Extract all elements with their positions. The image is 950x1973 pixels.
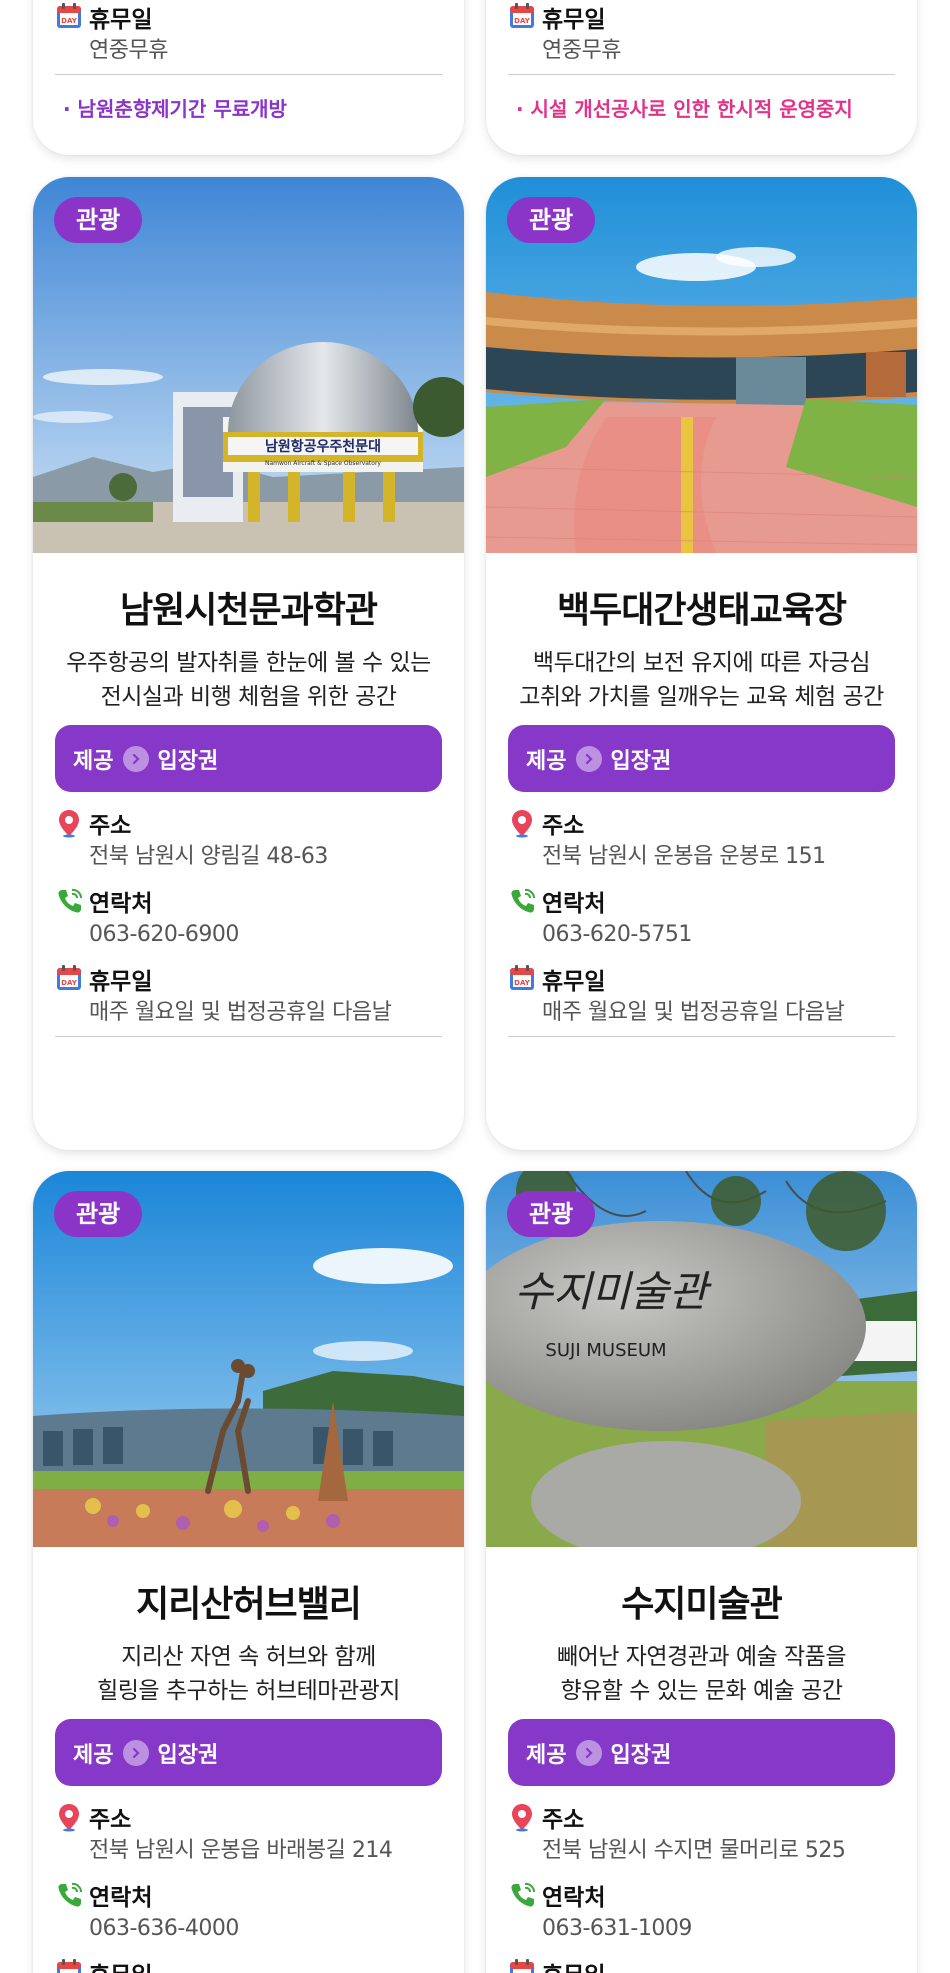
closed-value: 연중무휴	[542, 38, 621, 63]
divider	[55, 1036, 442, 1037]
address-value: 전북 남원시 운봉읍 운봉로 151	[542, 844, 826, 869]
phone-icon	[508, 1880, 536, 1910]
suji-museum-photo: 수지미술관 SUJI MUSEUM 관광	[486, 1171, 917, 1547]
closed-value: 연중무휴	[89, 38, 168, 63]
observatory-sign-en-text: Namwon Aircraft & Space Observatory	[265, 460, 381, 467]
phone-value[interactable]: 063-620-5751	[508, 918, 895, 952]
facility-description-line2: 향유할 수 있는 문화 예술 공간	[560, 1678, 843, 1704]
closed-label: 휴무일	[542, 1956, 605, 1973]
facility-card-baekdudaegan[interactable]: 관광 백두대간생태교육장 백두대간의 보전 유지에 따른 자긍심 고취와 가치를…	[486, 177, 917, 1150]
facility-card-partial-2: DAY 휴무일 연중무휴 · 시설 개선공사로 인한 한시적 운영중지	[486, 0, 917, 155]
suji-rock-kr-text: 수지미술관	[514, 1267, 712, 1316]
offer-ticket-label: 입장권	[157, 1742, 219, 1768]
offer-prefix: 제공	[526, 1742, 567, 1768]
phone-value[interactable]: 063-631-1009	[508, 1912, 895, 1946]
offer-ticket-label: 입장권	[610, 748, 672, 774]
closed-label: 휴무일	[89, 969, 153, 995]
suji-rock-en-text: SUJI MUSEUM	[545, 1340, 666, 1361]
calendar-day-text: DAY	[61, 979, 78, 987]
facility-description-line2: 고취와 가치를 일깨우는 교육 체험 공간	[519, 684, 884, 710]
address-value: 전북 남원시 운봉읍 바래봉길 214	[89, 1838, 393, 1863]
calendar-icon: DAY	[55, 2, 83, 32]
phone-value[interactable]: 063-636-4000	[55, 1912, 442, 1946]
divider	[55, 74, 442, 75]
facility-description-line2: 힐링을 추구하는 허브테마관광지	[97, 1678, 400, 1704]
calendar-day-text: DAY	[514, 17, 531, 25]
offer-banner[interactable]: 제공 입장권	[55, 1719, 442, 1786]
phone-value[interactable]: 063-620-6900	[55, 918, 442, 952]
phone-icon	[508, 886, 536, 916]
closed-value: 매주 월요일 및 법정공휴일 다음날	[89, 1000, 392, 1025]
category-badge: 관광	[54, 197, 143, 243]
facility-description-line1: 백두대간의 보전 유지에 따른 자긍심	[532, 650, 871, 676]
address-label: 주소	[542, 1807, 585, 1833]
phone-label: 연락처	[542, 891, 606, 917]
facility-title: 지리산허브밸리	[136, 1584, 362, 1625]
calendar-icon: DAY	[508, 1958, 536, 1973]
category-badge: 관광	[507, 197, 596, 243]
offer-banner[interactable]: 제공 입장권	[55, 725, 442, 792]
facility-description-line1: 빼어난 자연경관과 예술 작품을	[556, 1644, 847, 1670]
closed-label: 휴무일	[89, 7, 153, 33]
phone-label: 연락처	[89, 891, 153, 917]
address-label: 주소	[542, 813, 585, 839]
observatory-photo: 남원항공우주천문대 Namwon Aircraft & Space Observ…	[33, 177, 464, 553]
address-value: 전북 남원시 양림길 48-63	[89, 844, 328, 869]
address-label: 주소	[89, 1807, 132, 1833]
facility-description-line1: 지리산 자연 속 허브와 함께	[121, 1644, 376, 1670]
closed-value: 매주 월요일 및 법정공휴일 다음날	[542, 1000, 845, 1025]
category-badge: 관광	[507, 1191, 596, 1237]
chevron-right-icon	[123, 745, 150, 772]
calendar-icon: DAY	[55, 1958, 83, 1973]
address-value: 전북 남원시 수지면 물머리로 525	[542, 1838, 846, 1863]
notice-text: · 시설 개선공사로 인한 한시적 운영중지	[516, 97, 853, 121]
facility-card-herb-valley[interactable]: 관광 지리산허브밸리 지리산 자연 속 허브와 함께 힐링을 추구하는 허브테마…	[33, 1171, 464, 1973]
facility-description-line1: 우주항공의 발자취를 한눈에 볼 수 있는	[66, 650, 431, 676]
location-pin-icon	[55, 1802, 83, 1832]
herb-valley-photo: 관광	[33, 1171, 464, 1547]
chevron-right-icon	[576, 745, 603, 772]
facility-description-line2: 전시실과 비행 체험을 위한 공간	[100, 684, 397, 710]
calendar-icon: DAY	[508, 964, 536, 994]
phone-icon	[55, 886, 83, 916]
location-pin-icon	[55, 808, 83, 838]
closed-label: 휴무일	[542, 7, 606, 33]
facility-card-partial-1: DAY 휴무일 연중무휴 · 남원춘향제기간 무료개방	[33, 0, 464, 155]
baekdudaegan-photo: 관광	[486, 177, 917, 553]
observatory-sign-text: 남원항공우주천문대	[265, 438, 381, 455]
calendar-icon: DAY	[55, 964, 83, 994]
offer-banner[interactable]: 제공 입장권	[508, 1719, 895, 1786]
calendar-icon: DAY	[508, 2, 536, 32]
facility-title: 수지미술관	[621, 1584, 783, 1625]
facility-title: 남원시천문과학관	[120, 590, 378, 631]
notice-text: · 남원춘향제기간 무료개방	[63, 97, 287, 121]
offer-ticket-label: 입장권	[157, 748, 219, 774]
address-label: 주소	[89, 813, 132, 839]
offer-prefix: 제공	[73, 1742, 114, 1768]
offer-prefix: 제공	[526, 748, 567, 774]
calendar-day-text: DAY	[514, 979, 531, 987]
location-pin-icon	[508, 1802, 536, 1832]
offer-banner[interactable]: 제공 입장권	[508, 725, 895, 792]
calendar-day-text: DAY	[61, 17, 78, 25]
chevron-right-icon	[123, 1739, 150, 1766]
closed-label: 휴무일	[89, 1956, 152, 1973]
offer-prefix: 제공	[73, 748, 114, 774]
location-pin-icon	[508, 808, 536, 838]
divider	[508, 1036, 895, 1037]
offer-ticket-label: 입장권	[610, 1742, 672, 1768]
phone-label: 연락처	[89, 1885, 153, 1911]
closed-label: 휴무일	[542, 969, 606, 995]
facility-card-suji-museum[interactable]: 수지미술관 SUJI MUSEUM 관광 수지미술관 빼어난 자연경관과 예술 …	[486, 1171, 917, 1973]
divider	[508, 74, 895, 75]
category-badge: 관광	[54, 1191, 143, 1237]
chevron-right-icon	[576, 1739, 603, 1766]
facility-card-observatory[interactable]: 남원항공우주천문대 Namwon Aircraft & Space Observ…	[33, 177, 464, 1150]
phone-label: 연락처	[542, 1885, 606, 1911]
facility-title: 백두대간생태교육장	[556, 590, 847, 631]
phone-icon	[55, 1880, 83, 1910]
